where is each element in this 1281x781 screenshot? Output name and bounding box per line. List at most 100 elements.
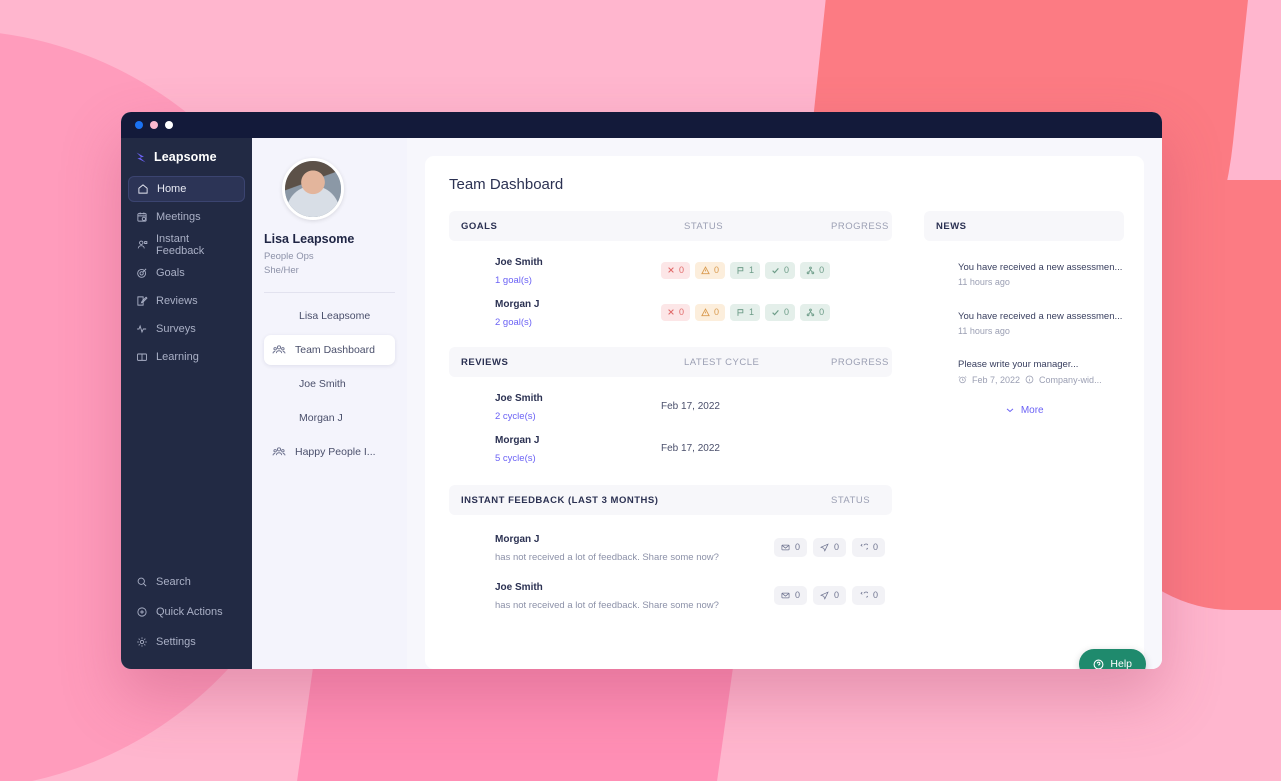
sidebar-item-settings[interactable]: Settings — [128, 629, 245, 655]
primary-sidebar: Leapsome Home Meetings Instant Feedback — [121, 138, 252, 669]
warning-icon — [701, 307, 710, 316]
badge-count: 0 — [834, 590, 840, 600]
status-badge[interactable]: 0 — [695, 303, 726, 321]
status-badge[interactable]: 0 — [661, 261, 691, 279]
status-badge[interactable]: 1 — [730, 303, 761, 321]
badge-count: 0 — [714, 265, 720, 275]
avatar — [461, 584, 483, 606]
row-subtitle[interactable]: 1 goal(s) — [495, 275, 532, 286]
flag-icon — [737, 266, 744, 274]
sidebar-item-learning[interactable]: Learning — [128, 344, 245, 370]
list-item[interactable]: You have received a new assessmen... 11 … — [924, 298, 1124, 347]
badge-count: 0 — [873, 542, 879, 552]
status-badge[interactable]: 0 — [661, 303, 691, 321]
badge-count: 0 — [834, 542, 840, 552]
sidebar-item-label: Goals — [156, 267, 185, 279]
reply-icon — [860, 543, 869, 550]
news-meta: Feb 7, 2022 Company-wid... — [958, 373, 1102, 387]
row-subtitle[interactable]: 5 cycle(s) — [495, 453, 536, 464]
chevron-down-icon — [1006, 408, 1014, 413]
book-icon — [137, 353, 147, 361]
sub-item-label: Happy People I... — [295, 445, 376, 458]
row-subtitle[interactable]: 2 cycle(s) — [495, 411, 536, 422]
warning-icon — [701, 265, 710, 274]
news-more-label: More — [1020, 404, 1044, 416]
badge-count: 0 — [714, 307, 720, 317]
sidebar-item-happy-people[interactable]: Happy People I... — [264, 437, 395, 467]
search-icon — [137, 577, 147, 587]
sidebar-item-label: Home — [157, 183, 187, 195]
status-badge[interactable]: 1 — [730, 261, 761, 279]
list-item[interactable]: Please write your manager... Feb 7, 2022… — [924, 346, 1124, 395]
sub-item-label: Morgan J — [299, 411, 343, 424]
x-icon — [668, 267, 674, 273]
status-badge[interactable]: 0 — [765, 261, 796, 279]
sidebar-item-joe-smith[interactable]: Joe Smith — [264, 369, 395, 399]
news-more-button[interactable]: More — [924, 395, 1124, 426]
branch-icon — [806, 308, 815, 316]
info-icon — [1025, 375, 1034, 384]
goals-header-progress: PROGRESS — [831, 220, 889, 232]
sidebar-item-morgan-j[interactable]: Morgan J — [264, 403, 395, 433]
sidebar-item-label: Instant Feedback — [156, 233, 205, 257]
sidebar-item-search[interactable]: Search — [128, 569, 245, 595]
home-icon — [138, 184, 148, 194]
news-title: You have received a new assessmen... — [958, 262, 1123, 273]
status-badge[interactable]: 0 — [813, 585, 847, 605]
sidebar-item-surveys[interactable]: Surveys — [128, 316, 245, 342]
edit-square-icon — [137, 296, 148, 306]
row-subtitle[interactable]: 2 goal(s) — [495, 317, 532, 328]
avatar — [461, 395, 483, 417]
reviews-header-title: REVIEWS — [461, 356, 509, 368]
sidebar-item-quick-actions[interactable]: Quick Actions — [128, 599, 245, 625]
window-dot-pink[interactable] — [150, 121, 158, 129]
sidebar-item-home[interactable]: Home — [128, 176, 245, 202]
badge-count: 0 — [819, 265, 825, 275]
badge-count: 0 — [795, 542, 801, 552]
status-badges: 0 0 1 0 0 — [661, 261, 831, 279]
alarm-clock-icon — [958, 376, 967, 384]
dashboard-panel: Team Dashboard GOALS STATUS PROGRESS Joe… — [425, 156, 1144, 669]
brand-name: Leapsome — [154, 150, 217, 164]
help-button[interactable]: Help — [1079, 649, 1146, 669]
table-row[interactable]: Joe Smith 2 cycle(s) Feb 17, 2022 — [449, 385, 892, 427]
brand-logo[interactable]: Leapsome — [121, 150, 252, 176]
page-title: Team Dashboard — [449, 176, 564, 193]
table-row[interactable]: Morgan J 5 cycle(s) Feb 17, 2022 — [449, 427, 892, 469]
sidebar-item-label: Meetings — [156, 211, 201, 223]
sidebar-item-goals[interactable]: Goals — [128, 260, 245, 286]
sidebar-item-lisa-leapsome[interactable]: Lisa Leapsome — [264, 301, 395, 331]
avatar — [461, 536, 483, 558]
status-badge[interactable]: 0 — [774, 585, 808, 605]
secondary-sidebar: Lisa Leapsome People Ops She/Her Lisa Le… — [252, 138, 407, 669]
status-badge[interactable]: 0 — [800, 303, 831, 321]
sidebar-item-instant-feedback[interactable]: Instant Feedback — [128, 232, 245, 258]
table-row[interactable]: Joe Smith 1 goal(s) 0 0 1 0 0 — [449, 249, 892, 291]
news-header-title: NEWS — [936, 220, 967, 232]
status-badge[interactable]: 0 — [813, 537, 847, 557]
list-item[interactable]: You have received a new assessmen... 11 … — [924, 249, 1124, 298]
list-item[interactable]: Joe Smith has not received a lot of feed… — [449, 571, 892, 619]
sidebar-item-team-dashboard[interactable]: Team Dashboard — [264, 334, 395, 365]
status-badge[interactable]: 0 — [695, 261, 726, 279]
status-badge[interactable]: 0 — [852, 537, 886, 557]
badge-count: 0 — [873, 590, 879, 600]
row-identity: Morgan J 5 cycle(s) — [495, 430, 675, 466]
sub-item-label: Joe Smith — [299, 377, 346, 390]
calendar-icon — [137, 212, 147, 222]
window-dot-white[interactable] — [165, 121, 173, 129]
sidebar-item-meetings[interactable]: Meetings — [128, 204, 245, 230]
sidebar-item-label: Learning — [156, 351, 199, 363]
list-item[interactable]: Morgan J has not received a lot of feedb… — [449, 523, 892, 571]
badge-count: 0 — [679, 307, 685, 317]
status-badge[interactable]: 0 — [765, 303, 796, 321]
team-icon — [272, 446, 286, 455]
status-badge[interactable]: 0 — [774, 537, 808, 557]
sidebar-item-reviews[interactable]: Reviews — [128, 288, 245, 314]
status-badge[interactable]: 0 — [852, 585, 886, 605]
status-badge[interactable]: 0 — [800, 261, 831, 279]
team-icon — [272, 344, 286, 353]
window-dot-blue[interactable] — [135, 121, 143, 129]
table-row[interactable]: Morgan J 2 goal(s) 0 0 1 0 0 — [449, 291, 892, 333]
feedback-status-badges: 0 0 0 — [774, 585, 886, 605]
